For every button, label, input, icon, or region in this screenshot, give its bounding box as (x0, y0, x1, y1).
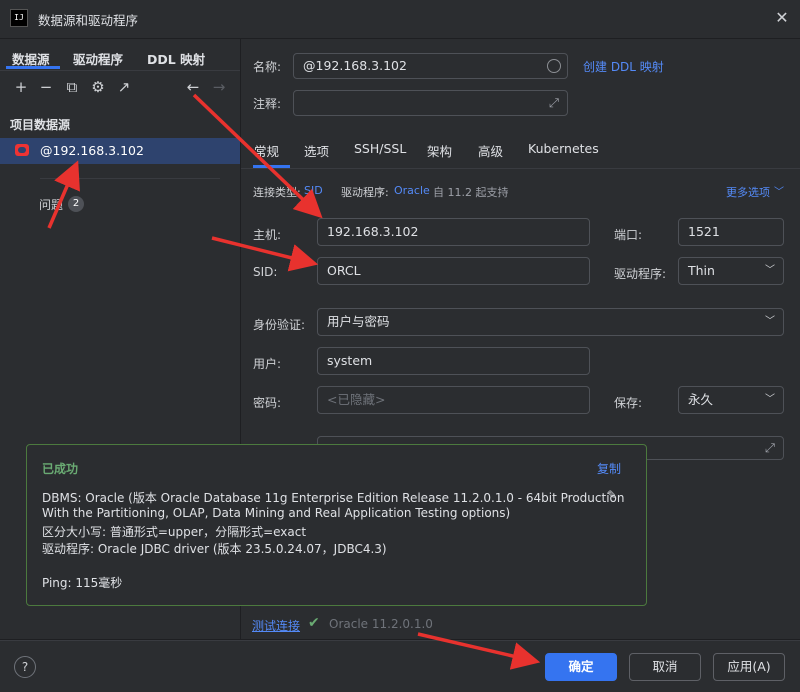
annotation-arrows (47, 93, 541, 670)
annotation-arrow (192, 93, 323, 219)
annotation-arrow (47, 160, 80, 229)
annotation-arrow (211, 236, 319, 272)
annotation-arrow (417, 632, 541, 670)
